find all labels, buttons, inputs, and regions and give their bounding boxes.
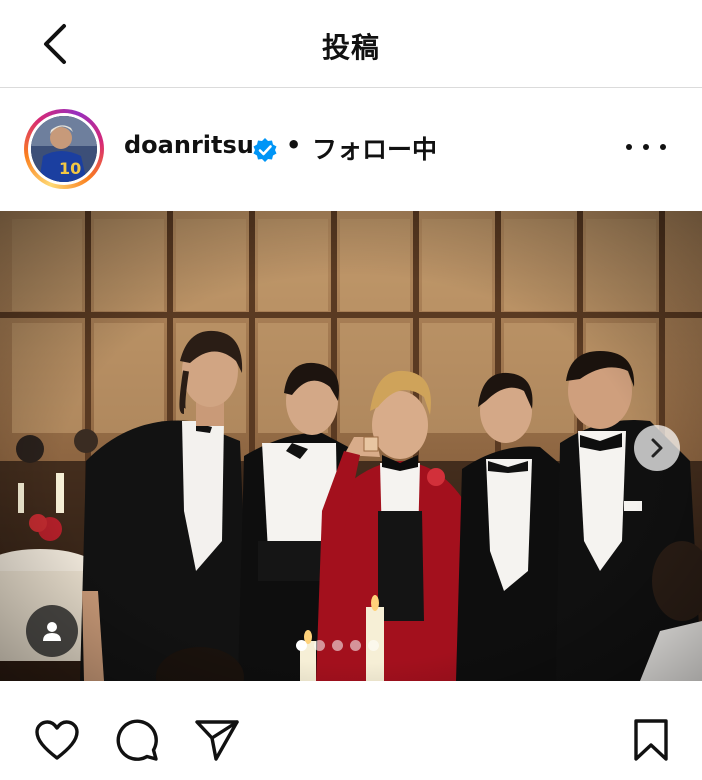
user-tag-icon xyxy=(43,622,61,641)
carousel-dot xyxy=(350,640,361,651)
comment-button[interactable] xyxy=(112,715,162,765)
more-options-button[interactable] xyxy=(626,135,666,159)
username[interactable]: doanritsu xyxy=(124,131,254,159)
share-button[interactable] xyxy=(192,715,242,765)
chevron-right-icon xyxy=(651,438,663,458)
carousel-dot xyxy=(296,640,307,651)
tagged-users-button[interactable] xyxy=(26,605,78,657)
avatar: 10 xyxy=(31,116,97,182)
carousel-dot xyxy=(368,640,379,651)
carousel-dot xyxy=(332,640,343,651)
paper-plane-icon xyxy=(195,720,239,761)
post-photo[interactable] xyxy=(0,211,702,681)
verified-badge-icon xyxy=(253,138,277,162)
page-title: 投稿 xyxy=(321,31,380,64)
story-avatar[interactable]: 10 xyxy=(24,109,104,189)
save-button[interactable] xyxy=(626,715,676,765)
separator-dot: • xyxy=(286,131,302,159)
follow-status-button[interactable]: フォロー中 xyxy=(312,130,437,166)
comment-icon xyxy=(116,719,158,761)
like-button[interactable] xyxy=(32,715,82,765)
post-actions-bar xyxy=(0,681,702,780)
carousel-indicator xyxy=(296,640,379,651)
carousel-dot xyxy=(314,640,325,651)
top-nav-bar: 投稿 xyxy=(0,0,702,88)
heart-icon xyxy=(35,720,79,760)
carousel-next-button[interactable] xyxy=(634,425,680,471)
bookmark-icon xyxy=(634,719,668,761)
svg-text:10: 10 xyxy=(59,159,81,178)
more-horizontal-icon xyxy=(626,144,632,150)
post-header: 10 doanritsu • フォロー中 xyxy=(0,89,702,211)
